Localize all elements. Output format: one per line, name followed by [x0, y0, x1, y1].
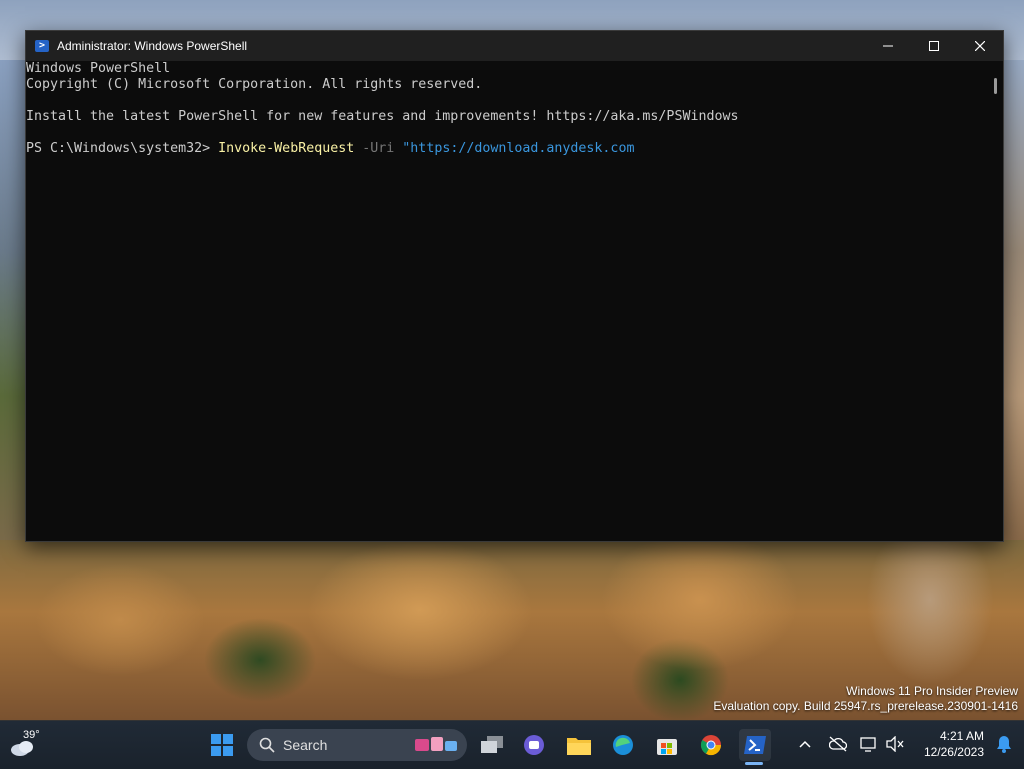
active-app-indicator: [745, 762, 763, 765]
chevron-up-icon[interactable]: [799, 739, 811, 749]
cloud-icon: [11, 741, 33, 756]
command-parameter: -Uri: [362, 141, 395, 156]
powershell-icon: >: [35, 40, 49, 52]
powershell-taskbar-button[interactable]: [739, 729, 771, 761]
prompt: PS C:\Windows\system32>: [26, 141, 211, 156]
maximize-button[interactable]: [911, 31, 957, 61]
desktop-background-right: [1002, 60, 1024, 540]
task-view-icon: [481, 736, 503, 753]
watermark-line-2: Evaluation copy. Build 25947.rs_prerelea…: [713, 699, 1018, 713]
volume-muted-icon[interactable]: [886, 736, 904, 752]
minimize-button[interactable]: [865, 31, 911, 61]
search-icon: [259, 737, 275, 753]
powershell-window[interactable]: > Administrator: Windows PowerShell Wind…: [25, 30, 1004, 542]
network-icon[interactable]: [860, 736, 878, 752]
vertical-scrollbar[interactable]: [986, 61, 1003, 541]
close-button[interactable]: [957, 31, 1003, 61]
chrome-icon: [700, 735, 722, 756]
start-button[interactable]: [206, 729, 238, 761]
windows-watermark: Windows 11 Pro Insider Preview Evaluatio…: [713, 684, 1018, 714]
file-explorer-button[interactable]: [563, 729, 595, 761]
close-icon: [975, 41, 985, 51]
command-string: "https://download.anydesk.com: [402, 141, 635, 156]
windows-logo-icon: [211, 734, 233, 756]
taskbar: 39° Search 4:21 AM 12/26/2023: [0, 720, 1024, 769]
search-placeholder: Search: [283, 737, 328, 753]
store-icon: [657, 739, 677, 755]
maximize-icon: [929, 41, 939, 51]
command-line[interactable]: PS C:\Windows\system32> Invoke-WebReques…: [26, 141, 986, 157]
desktop-background-left: [0, 60, 25, 540]
edge-browser-button[interactable]: [607, 729, 639, 761]
chrome-button[interactable]: [695, 729, 727, 761]
watermark-line-1: Windows 11 Pro Insider Preview: [846, 684, 1018, 698]
clock[interactable]: 4:21 AM 12/26/2023: [924, 728, 984, 760]
notification-bell-icon[interactable]: [996, 735, 1012, 753]
cloud-offline-icon[interactable]: [829, 736, 847, 752]
task-view-button[interactable]: [476, 729, 508, 761]
weather-widget[interactable]: 39°: [10, 729, 50, 761]
console-output[interactable]: Windows PowerShell Copyright (C) Microso…: [26, 61, 986, 541]
chat-icon: [524, 735, 544, 755]
title-bar[interactable]: > Administrator: Windows PowerShell: [26, 31, 1003, 61]
command-name: Invoke-WebRequest: [218, 141, 355, 156]
clock-time: 4:21 AM: [939, 729, 984, 743]
window-title: Administrator: Windows PowerShell: [57, 39, 248, 53]
edge-icon: [613, 735, 633, 755]
window-controls: [865, 31, 1003, 61]
scrollbar-thumb[interactable]: [994, 78, 997, 94]
search-highlight-icon: [415, 737, 457, 751]
teams-chat-button[interactable]: [518, 729, 550, 761]
powershell-icon: [744, 736, 766, 754]
console-line-2: Copyright (C) Microsoft Corporation. All…: [26, 77, 483, 92]
console-line-1: Windows PowerShell: [26, 61, 171, 76]
clock-date: 12/26/2023: [923, 745, 984, 759]
minimize-icon: [883, 45, 893, 47]
folder-icon: [567, 738, 591, 755]
weather-temperature: 39°: [23, 729, 40, 741]
console-line-3: Install the latest PowerShell for new fe…: [26, 109, 739, 124]
taskbar-search[interactable]: Search: [247, 729, 467, 761]
microsoft-store-button[interactable]: [651, 729, 683, 761]
